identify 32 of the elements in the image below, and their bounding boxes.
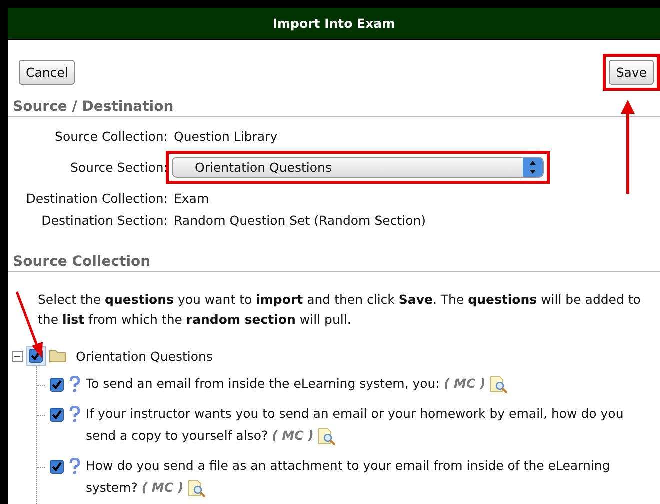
tree-folder-label[interactable]: Orientation Questions: [76, 348, 213, 364]
field-label: Destination Section:: [40, 213, 168, 228]
question-type: ( MC ): [444, 376, 486, 391]
cancel-button[interactable]: Cancel: [19, 60, 76, 85]
preview-icon[interactable]: [490, 376, 508, 394]
question-mark-icon: [69, 458, 81, 476]
folder-icon: [49, 349, 67, 363]
question-type: ( MC ): [142, 480, 184, 495]
question-text: To send an email from inside the eLearning system, you: ( MC ): [86, 373, 508, 395]
checkbox[interactable]: [50, 460, 64, 474]
question-text: How do you send a file as an attachment to your email from inside of the eLearning system? ( MC ): [86, 455, 654, 499]
preview-icon[interactable]: [318, 428, 336, 446]
field-value: Question Library: [174, 129, 279, 144]
field-label: Destination Collection:: [25, 191, 168, 206]
question-mark-icon: [69, 376, 81, 394]
section-heading: Source Collection: [8, 254, 660, 272]
field-label: Source Section:: [69, 160, 168, 175]
question-type: ( MC ): [272, 428, 314, 443]
checkbox[interactable]: [50, 378, 64, 392]
question-mark-icon: [69, 406, 81, 424]
section-dropdown[interactable]: Orientation Questions: [172, 157, 544, 178]
checkbox[interactable]: [50, 408, 64, 422]
question-text: If your instructor wants you to send an email or your homework by email, how do you send a copy to yourself also? ( MC ): [86, 403, 654, 447]
collapse-icon[interactable]: [12, 350, 23, 362]
field-value: Exam: [174, 191, 210, 206]
field-label: Source Collection:: [54, 129, 168, 144]
instructions-text: Select the questions you want to import and then click Save. The questions will be added to the list from which the random section will pull.: [38, 291, 642, 329]
field-value: Random Question Set (Random Section): [174, 213, 428, 228]
preview-icon[interactable]: [188, 480, 206, 498]
stepper-icon: [523, 158, 543, 177]
window-title: Import Into Exam: [272, 16, 396, 31]
save-button[interactable]: Save: [609, 60, 654, 85]
